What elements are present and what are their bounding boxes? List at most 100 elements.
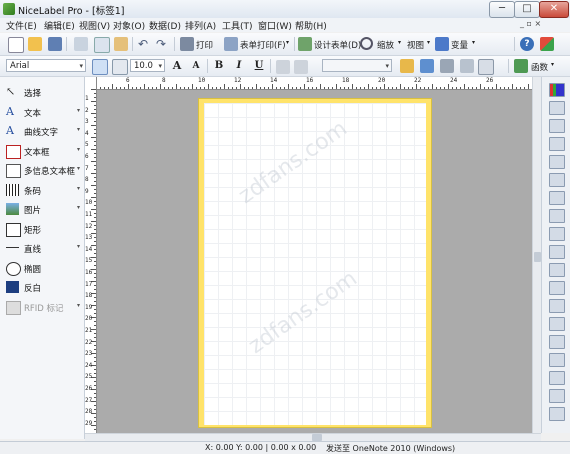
menu-tools[interactable]: 工具(T) <box>222 19 253 32</box>
ruler-label: 23 <box>85 350 93 358</box>
group-icon[interactable] <box>549 353 565 367</box>
same-width-icon[interactable] <box>549 245 565 259</box>
ruler-tick <box>94 265 96 266</box>
ruler-tick <box>464 84 465 89</box>
chevron-down-icon[interactable]: ▾ <box>77 107 80 114</box>
close-button[interactable]: ✕ <box>539 1 569 18</box>
redo-icon[interactable]: ↷ <box>156 38 170 52</box>
design-form-button[interactable]: 设计表单(D) <box>314 39 361 51</box>
chevron-down-icon[interactable]: ▾ <box>77 146 80 153</box>
color-fill-icon[interactable] <box>400 59 414 73</box>
align-center-icon[interactable] <box>294 60 308 74</box>
properties-icon[interactable] <box>549 407 565 421</box>
object-icon[interactable] <box>420 59 434 73</box>
chevron-down-icon[interactable]: ▾ <box>77 243 80 250</box>
rotate-icon[interactable] <box>549 281 565 295</box>
stack-icon[interactable] <box>478 59 494 75</box>
copy-icon[interactable] <box>94 37 110 53</box>
flip-h-icon[interactable] <box>549 299 565 313</box>
variable-icon[interactable] <box>435 37 449 51</box>
menu-edit[interactable]: 编辑(E) <box>44 19 75 32</box>
bold-button[interactable]: B <box>212 59 226 73</box>
chevron-down-icon[interactable]: ▾ <box>77 185 80 192</box>
new-file-icon[interactable] <box>8 37 24 53</box>
font-combo[interactable]: Arial ▾ <box>6 59 86 72</box>
layer-icon[interactable] <box>460 59 474 73</box>
paste-icon[interactable] <box>114 37 128 51</box>
ruler-tick <box>444 87 445 89</box>
distribute-v-icon[interactable] <box>549 227 565 241</box>
bring-front-icon[interactable] <box>549 317 565 331</box>
shrink-font-icon[interactable]: A <box>189 59 203 73</box>
minimize-button[interactable]: ─ <box>489 1 515 18</box>
tool-barcode[interactable]: 条码 ▾ <box>2 181 82 199</box>
chevron-down-icon[interactable]: ▾ <box>77 126 80 133</box>
save-icon[interactable] <box>48 37 62 51</box>
underline-button[interactable]: U <box>252 59 266 73</box>
form-print-icon[interactable] <box>224 37 238 51</box>
menu-object[interactable]: 对象(O) <box>113 19 145 32</box>
ruler-tick <box>94 409 96 410</box>
menu-file[interactable]: 文件(E) <box>6 19 37 32</box>
cut-icon[interactable] <box>74 37 88 51</box>
align-bottom-icon[interactable] <box>549 191 565 205</box>
functions-icon[interactable] <box>514 59 528 73</box>
nicelabel-logo-icon[interactable] <box>540 37 554 51</box>
view-button[interactable]: 视图 <box>407 39 424 51</box>
tool-richtext[interactable]: 多信息文本框 ▾ <box>2 161 82 179</box>
shape-icon[interactable] <box>440 59 454 73</box>
align-center-h-icon[interactable] <box>549 119 565 133</box>
variable-button[interactable]: 变量 <box>451 39 468 51</box>
menu-arrange[interactable]: 排列(A) <box>185 19 216 32</box>
horizontal-scroll-thumb[interactable] <box>312 434 322 441</box>
chevron-down-icon[interactable]: ▾ <box>77 302 80 309</box>
align-top-icon[interactable] <box>549 155 565 169</box>
grow-font-icon[interactable]: A <box>170 59 184 73</box>
font-preview-icon[interactable] <box>92 59 108 75</box>
chevron-down-icon[interactable]: ▾ <box>77 204 80 211</box>
design-form-icon[interactable] <box>298 37 312 51</box>
open-folder-icon[interactable] <box>28 37 42 51</box>
form-print-button[interactable]: 表单打印(F) <box>240 39 286 51</box>
tool-inverse[interactable]: 反白 <box>2 278 82 296</box>
help-icon[interactable]: ? <box>520 37 534 51</box>
printer-icon[interactable] <box>180 37 194 51</box>
print-button[interactable]: 打印 <box>196 39 213 51</box>
align-left-icon[interactable] <box>276 60 290 74</box>
style-combo[interactable]: ▾ <box>322 59 392 72</box>
align-right-icon[interactable] <box>549 137 565 151</box>
font-dialog-icon[interactable] <box>112 59 128 75</box>
tool-curve-text[interactable]: A 曲线文字 ▾ <box>2 122 82 140</box>
menu-view[interactable]: 视图(V) <box>79 19 110 32</box>
align-left-icon[interactable] <box>549 101 565 115</box>
menu-help[interactable]: 帮助(H) <box>295 19 327 32</box>
distribute-h-icon[interactable] <box>549 209 565 223</box>
tool-line[interactable]: 直线 ▾ <box>2 239 82 257</box>
same-height-icon[interactable] <box>549 263 565 277</box>
vertical-scroll-thumb[interactable] <box>534 252 541 262</box>
italic-button[interactable]: I <box>232 59 246 73</box>
tool-rectangle[interactable]: 矩形 <box>2 220 82 238</box>
menu-window[interactable]: 窗口(W) <box>258 19 292 32</box>
chevron-down-icon[interactable]: ▾ <box>77 165 80 172</box>
font-size-combo[interactable]: 10.0 ▾ <box>130 59 165 72</box>
ruler-tick <box>252 87 253 89</box>
tool-rfid[interactable]: RFID 标记 ▾ <box>2 298 82 316</box>
menu-data[interactable]: 数据(D) <box>149 19 181 32</box>
send-back-icon[interactable] <box>549 335 565 349</box>
maximize-button[interactable]: □ <box>514 1 540 18</box>
lock-icon[interactable] <box>549 389 565 403</box>
tool-picture[interactable]: 图片 ▾ <box>2 200 82 218</box>
pencil-icon[interactable] <box>549 83 565 97</box>
tool-pointer[interactable]: ↖ 选择 <box>2 83 82 101</box>
mdi-controls[interactable]: _ ▫ × <box>520 19 541 28</box>
tool-textbox[interactable]: 文本框 ▾ <box>2 142 82 160</box>
align-middle-icon[interactable] <box>549 173 565 187</box>
tool-ellipse[interactable]: 椭圆 <box>2 259 82 277</box>
tool-text[interactable]: A 文本 ▾ <box>2 103 82 121</box>
zoom-button[interactable]: 缩放 <box>377 39 394 51</box>
ungroup-icon[interactable] <box>549 371 565 385</box>
undo-icon[interactable]: ↶ <box>138 38 152 52</box>
functions-button[interactable]: 函数 <box>531 61 548 73</box>
zoom-icon[interactable] <box>360 37 373 50</box>
